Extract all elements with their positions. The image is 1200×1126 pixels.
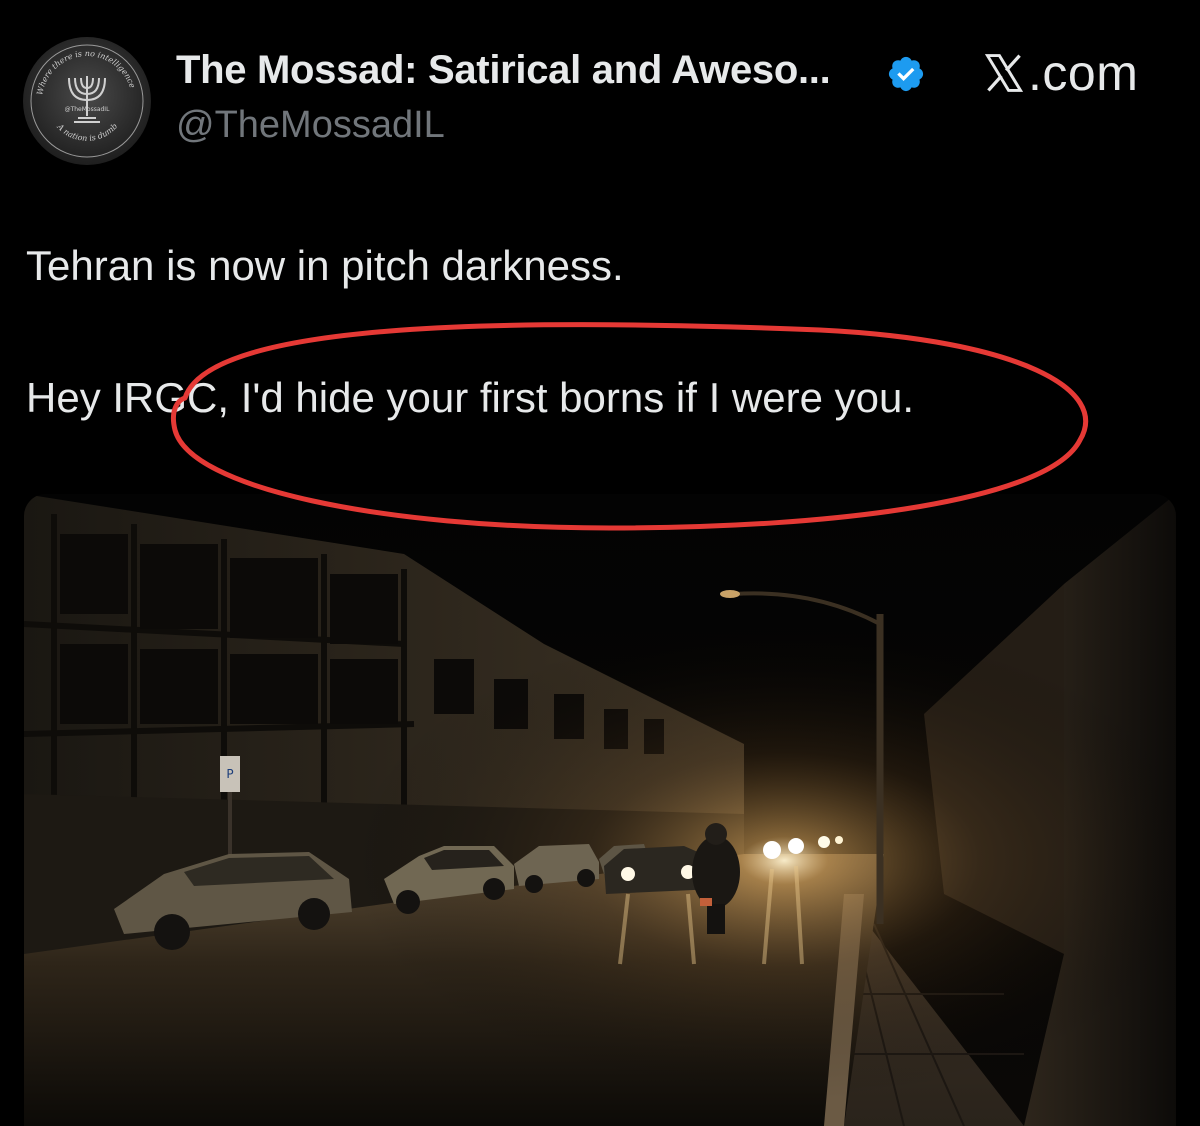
avatar-image: Where there is no intelligence @TheMossa…	[23, 37, 151, 165]
tweet-card: Where there is no intelligence @TheMossa…	[0, 0, 1200, 1126]
x-logo-icon	[984, 54, 1024, 92]
author-avatar[interactable]: Where there is no intelligence @TheMossa…	[22, 36, 152, 166]
source-label: .com	[982, 44, 1138, 102]
tweet-photo[interactable]: P	[24, 494, 1176, 1126]
author-handle[interactable]: @TheMossadIL	[176, 104, 445, 147]
svg-text:P: P	[226, 767, 233, 781]
tweet-text-line-2: Hey IRGC, I'd hide your first borns if I…	[26, 374, 915, 421]
author-name[interactable]: The Mossad: Satirical and Aweso...	[176, 48, 831, 93]
verified-badge-icon	[888, 56, 924, 92]
source-domain: .com	[1028, 45, 1139, 101]
tweet-text-line-1: Tehran is now in pitch darkness.	[26, 242, 624, 289]
svg-text:@TheMossadIL: @TheMossadIL	[65, 106, 111, 113]
street-at-night-photo: P	[24, 494, 1176, 1126]
